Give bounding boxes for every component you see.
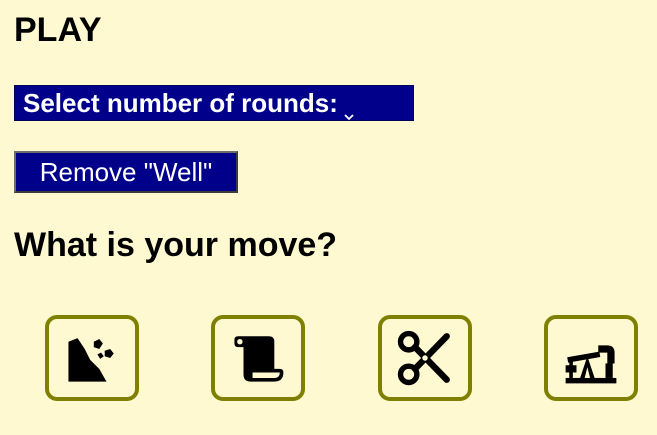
page-title: PLAY — [14, 11, 102, 49]
rock-move-button[interactable] — [45, 315, 139, 401]
well-move-button[interactable] — [544, 315, 638, 401]
paper-move-button[interactable] — [211, 315, 305, 401]
scroll-icon — [229, 329, 287, 387]
rock-icon — [63, 329, 121, 387]
chevron-down-icon — [344, 98, 354, 121]
rounds-select-label: Select number of rounds: — [23, 87, 338, 118]
move-prompt-heading: What is your move? — [14, 226, 338, 264]
oil-well-icon — [562, 329, 620, 387]
scissors-icon — [396, 329, 454, 387]
scissors-move-button[interactable] — [378, 315, 472, 401]
rounds-select[interactable]: Select number of rounds: — [14, 85, 414, 121]
remove-well-button[interactable]: Remove "Well" — [14, 151, 238, 193]
